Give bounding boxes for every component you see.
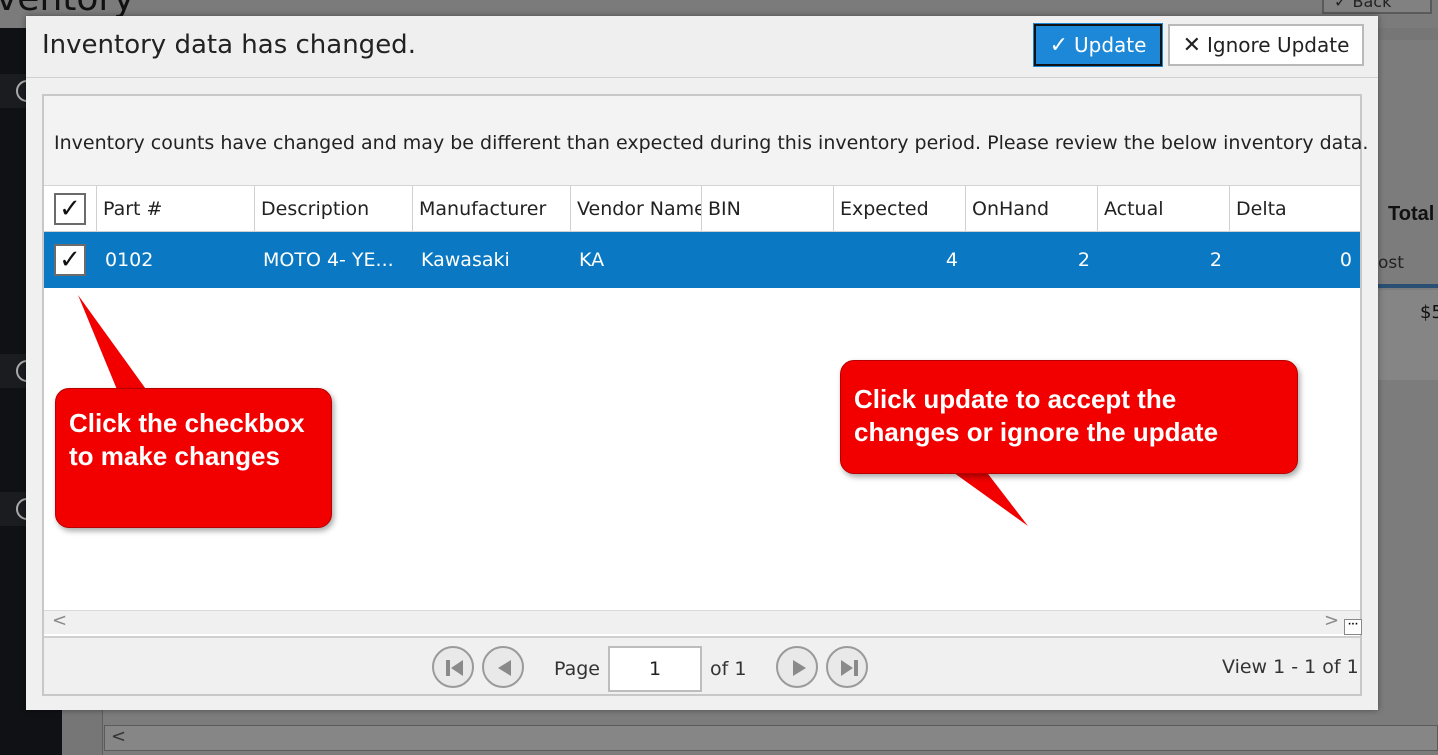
update-tip-callout: Click update to accept the changes or ig… bbox=[840, 360, 1298, 474]
update-callout-pointer bbox=[950, 470, 1028, 526]
checkbox-callout-pointer bbox=[78, 295, 148, 392]
checkbox-tip-callout: Click the checkbox to make changes bbox=[55, 388, 332, 528]
